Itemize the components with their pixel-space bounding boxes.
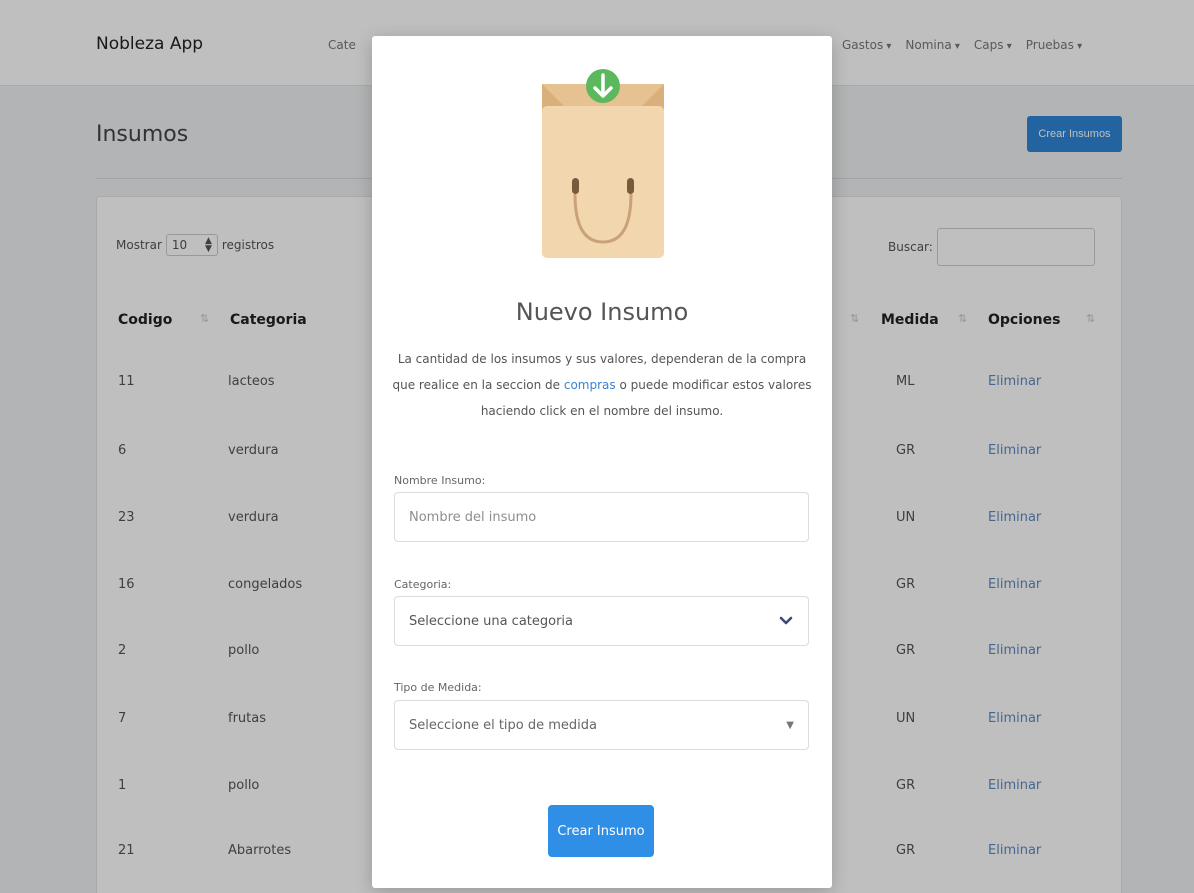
- category-select-value: Seleccione una categoria: [409, 613, 574, 629]
- name-label: Nombre Insumo:: [394, 474, 486, 487]
- create-insumo-button[interactable]: Crear Insumo: [548, 805, 654, 857]
- measure-label: Tipo de Medida:: [394, 681, 482, 694]
- new-insumo-modal: Nuevo Insumo La cantidad de los insumos …: [372, 36, 832, 888]
- name-input[interactable]: [394, 492, 809, 542]
- category-select[interactable]: Seleccione una categoria: [394, 596, 809, 646]
- measure-select-value: Seleccione el tipo de medida: [409, 717, 598, 733]
- measure-select[interactable]: Seleccione el tipo de medida ▼: [394, 700, 809, 750]
- modal-description: La cantidad de los insumos y sus valores…: [390, 346, 814, 424]
- caret-down-icon: ▼: [786, 719, 794, 731]
- shopping-bag-download-icon: [542, 69, 664, 258]
- chevron-down-icon: [779, 616, 793, 625]
- modal-title: Nuevo Insumo: [515, 298, 689, 326]
- compras-link[interactable]: compras: [564, 378, 616, 392]
- category-label: Categoria:: [394, 578, 452, 591]
